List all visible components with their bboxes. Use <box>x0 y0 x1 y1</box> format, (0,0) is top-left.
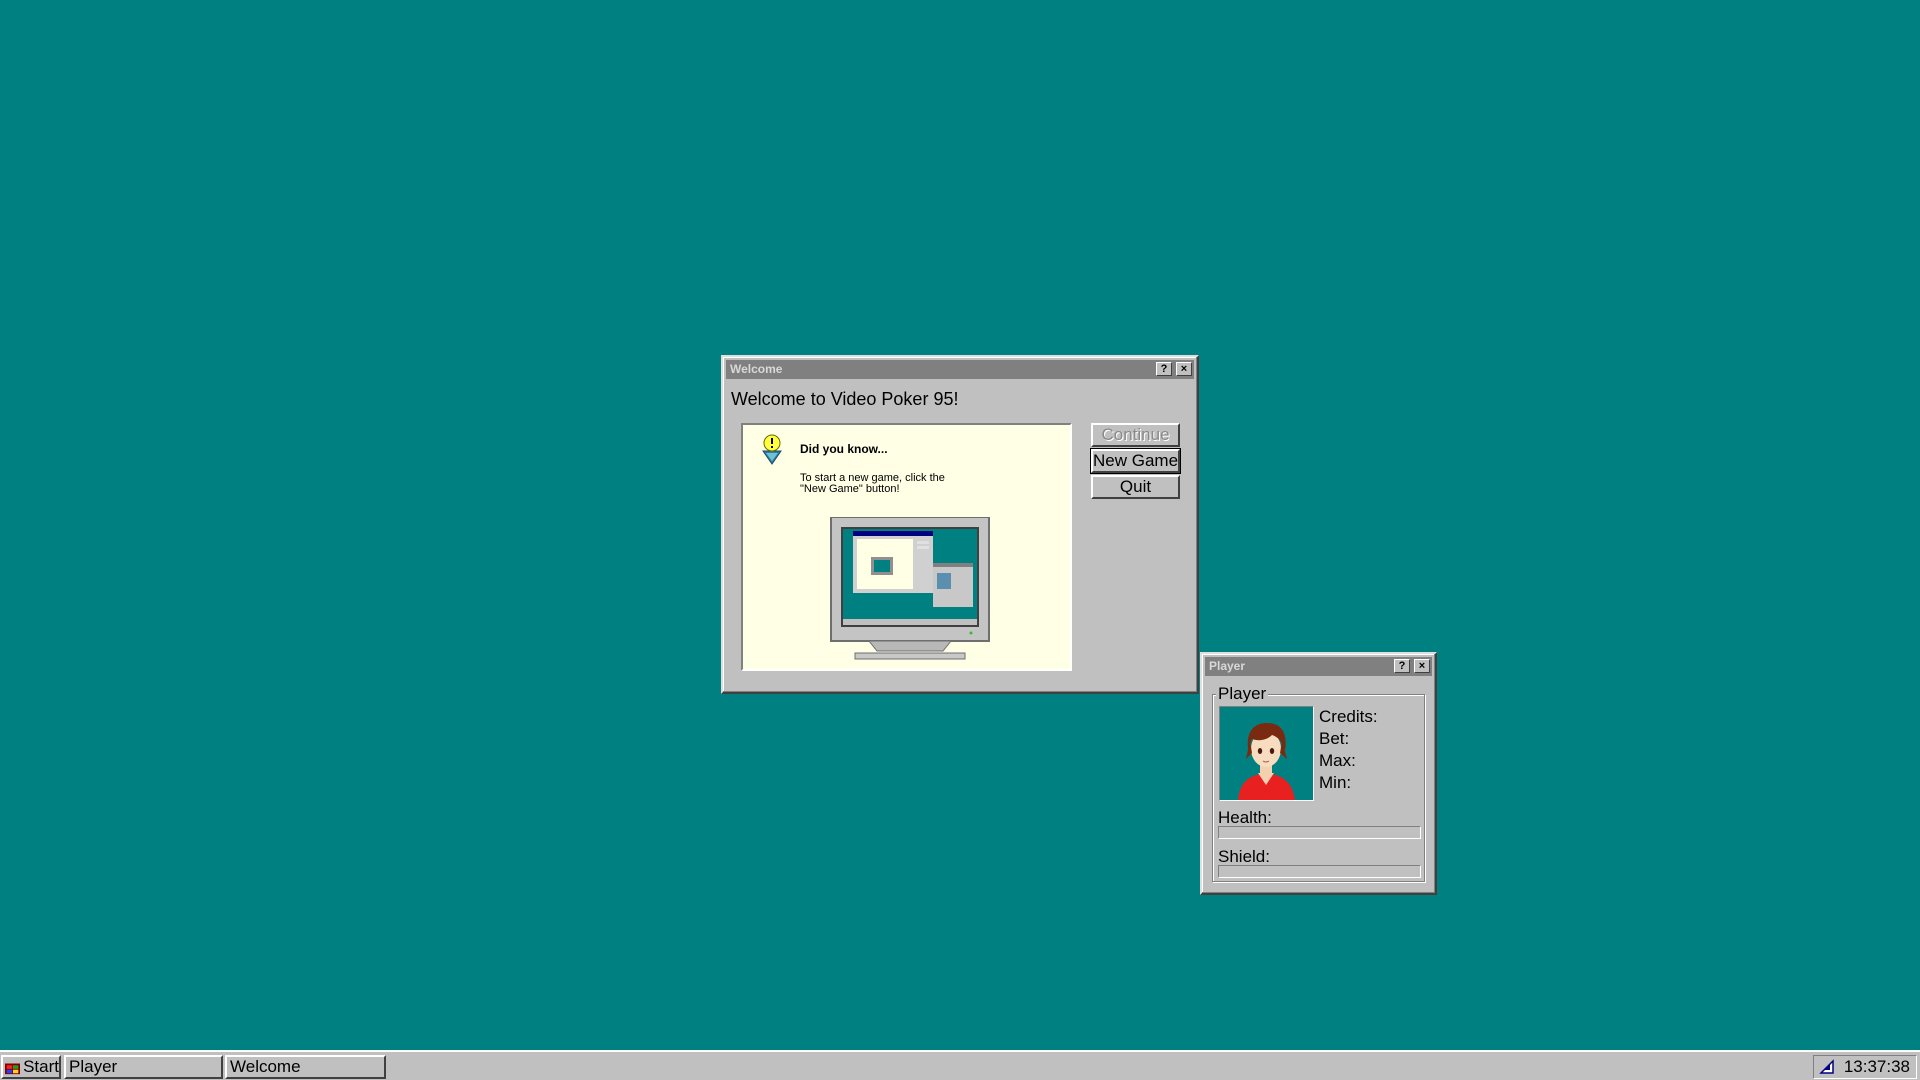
player-portrait-icon <box>1238 723 1295 800</box>
tip-body: To start a new game, click the "New Game… <box>800 472 945 495</box>
player-avatar <box>1219 706 1314 801</box>
welcome-titlebar[interactable]: Welcome ? × <box>726 360 1194 379</box>
welcome-help-button[interactable]: ? <box>1156 362 1172 376</box>
start-logo-icon <box>5 1063 21 1074</box>
lightbulb-tip-icon <box>762 434 782 465</box>
welcome-window[interactable]: Welcome ? × Welcome to Video Poker 95! D… <box>721 355 1199 694</box>
shield-label: Shield: <box>1218 847 1270 866</box>
bet-label: Bet: <box>1319 729 1350 748</box>
health-bar <box>1218 826 1421 839</box>
new-game-button[interactable]: New Game <box>1090 448 1181 474</box>
system-tray: 13:37:38 <box>1813 1055 1917 1079</box>
credits-label: Credits: <box>1319 707 1378 726</box>
welcome-window-title: Welcome <box>730 362 783 376</box>
health-label: Health: <box>1218 808 1272 827</box>
welcome-close-button[interactable]: × <box>1176 362 1192 376</box>
start-label: Start <box>23 1057 59 1076</box>
player-window-title: Player <box>1209 659 1246 673</box>
player-window[interactable]: Player ? × Player Credits: Bet: Max: Min… <box>1200 652 1437 895</box>
player-group-label: Player <box>1216 684 1269 704</box>
shield-bar <box>1218 865 1421 878</box>
player-help-button[interactable]: ? <box>1394 659 1410 673</box>
tip-panel: Did you know... To start a new game, cli… <box>741 423 1072 671</box>
desktop: Welcome ? × Welcome to Video Poker 95! D… <box>0 0 1920 1080</box>
welcome-heading: Welcome to Video Poker 95! <box>731 389 959 409</box>
player-close-button[interactable]: × <box>1414 659 1430 673</box>
speaker-icon[interactable] <box>1819 1059 1835 1075</box>
taskbar-item-welcome[interactable]: Welcome <box>225 1055 386 1079</box>
start-button[interactable]: Start <box>1 1055 61 1079</box>
player-titlebar[interactable]: Player ? × <box>1205 657 1432 676</box>
taskbar-item-player[interactable]: Player <box>64 1055 223 1079</box>
continue-button[interactable]: Continue <box>1091 423 1180 447</box>
tip-title: Did you know... <box>800 442 888 456</box>
min-label: Min: <box>1319 773 1352 792</box>
taskbar: Start Player Welcome 13:37:38 <box>0 1050 1920 1080</box>
taskbar-clock[interactable]: 13:37:38 <box>1844 1057 1910 1077</box>
max-label: Max: <box>1319 751 1356 770</box>
monitor-illustration <box>830 517 990 660</box>
quit-button[interactable]: Quit <box>1091 475 1180 499</box>
